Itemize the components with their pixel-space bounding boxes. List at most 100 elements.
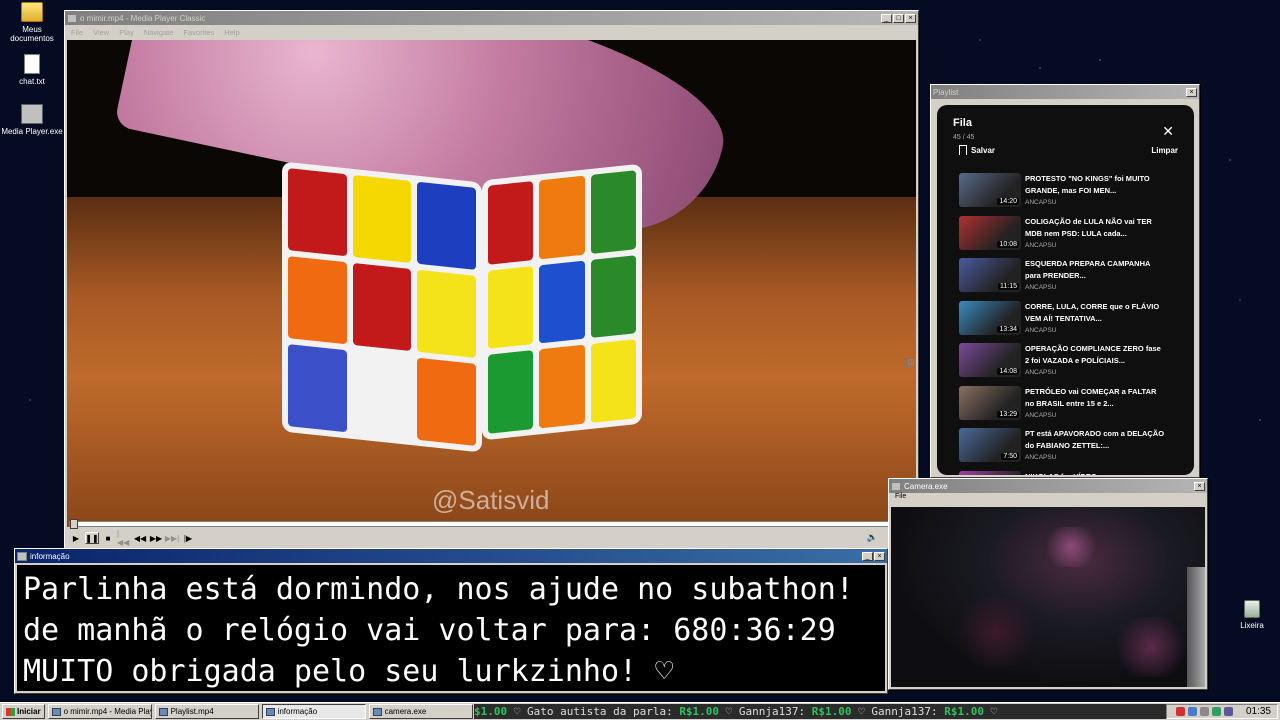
minimize-button[interactable]: _ bbox=[862, 551, 873, 561]
app-icon bbox=[51, 707, 61, 716]
close-button[interactable]: × bbox=[905, 13, 916, 23]
video-duration: 14:20 bbox=[997, 198, 1019, 205]
video-watermark: @Satisvid bbox=[432, 485, 550, 515]
volume-icon[interactable]: 🔈 bbox=[867, 532, 878, 543]
queue-item[interactable]: 10:08 COLIGAÇÃO de LULA NÃO vai TER MDB n… bbox=[959, 215, 1184, 259]
desktop-icon-label: Media Player.exe bbox=[1, 127, 63, 136]
ticker-amount: R$1.00 bbox=[944, 705, 984, 718]
queue-count: 45 / 45 bbox=[953, 134, 975, 141]
taskbar-item-info[interactable]: informação bbox=[261, 704, 366, 719]
channel-name: ANCAPSU bbox=[1025, 411, 1057, 419]
video-title: PT está APAVORADO com a DELAÇÃO do FABIA… bbox=[1025, 429, 1165, 450]
media-player-titlebar[interactable]: o mimir.mp4 - Media Player Classic _ □ × bbox=[65, 11, 918, 25]
cube-front-right bbox=[482, 163, 642, 441]
info-line: MUITO obrigada pelo seu lurkzinho! ♡ bbox=[23, 654, 674, 689]
stop-button[interactable]: ■ bbox=[101, 532, 115, 544]
previous-button[interactable]: |◀◀ bbox=[117, 529, 131, 547]
taskbar-item-label: camera.exe bbox=[384, 707, 427, 716]
save-button[interactable]: Salvar bbox=[959, 145, 995, 155]
camera-titlebar[interactable]: Camera.exe × bbox=[889, 479, 1207, 493]
next-button[interactable]: ▶▶| bbox=[165, 532, 179, 544]
taskbar-item-media-player[interactable]: o mimir.mp4 - Media Playe... bbox=[47, 704, 152, 719]
camera-window: Camera.exe × File bbox=[888, 478, 1208, 690]
taskbar-item-playlist[interactable]: Playlist.mp4 bbox=[154, 704, 259, 719]
menu-view[interactable]: View bbox=[93, 28, 109, 37]
volume-icon[interactable] bbox=[1199, 707, 1209, 716]
start-button[interactable]: Iniciar bbox=[2, 704, 45, 719]
clear-button[interactable]: Limpar bbox=[1151, 146, 1178, 155]
video-duration: 10:08 bbox=[997, 240, 1019, 248]
cube-front-left bbox=[282, 161, 482, 453]
taskbar-item-label: Playlist.mp4 bbox=[170, 707, 214, 716]
queue-title: Fila bbox=[953, 117, 972, 129]
play-button[interactable]: ▶ bbox=[69, 532, 83, 544]
video-title: CORRE, LULA, CORRE que o FLÁVIO VEM AÍ! … bbox=[1025, 301, 1160, 323]
menu-file[interactable]: File bbox=[889, 493, 1207, 505]
info-line: de manhã o relógio vai voltar para: 680:… bbox=[23, 613, 836, 648]
bookmark-icon bbox=[959, 145, 967, 155]
queue-item[interactable]: 7:50 PT está APAVORADO com a DELAÇÃO do F… bbox=[959, 428, 1184, 471]
close-button[interactable]: × bbox=[1194, 481, 1205, 491]
video-thumbnail: 13:34 bbox=[959, 300, 1021, 335]
desktop-icon-recycle-bin[interactable]: Lixeira bbox=[1220, 600, 1280, 630]
shield-icon[interactable] bbox=[1175, 707, 1185, 716]
ticker-text: ♡ Gato autista da parla: bbox=[507, 705, 680, 718]
queue-item[interactable]: 14:08 OPERAÇÃO COMPLIANCE ZERO fase 2 foi… bbox=[959, 343, 1184, 386]
desktop-icon-label: Meus documentos bbox=[10, 25, 54, 43]
video-thumbnail bbox=[959, 470, 1021, 475]
video-duration: 7:50 bbox=[1001, 453, 1019, 460]
menu-navigate[interactable]: Navigate bbox=[144, 28, 174, 37]
pause-button[interactable]: ❚❚ bbox=[85, 532, 99, 544]
playlist-titlebar[interactable]: Playlist × bbox=[931, 85, 1199, 99]
menu-play[interactable]: Play bbox=[119, 28, 134, 37]
fast-forward-button[interactable]: ▶▶ bbox=[149, 532, 163, 544]
clock: 01:35 bbox=[1245, 706, 1271, 717]
close-button[interactable]: × bbox=[1186, 87, 1197, 97]
camera-figure bbox=[1041, 527, 1101, 567]
video-title: PETRÓLEO vai COMEÇAR a FALTAR no BRASIL … bbox=[1025, 386, 1157, 408]
video-thumbnail: 10:08 bbox=[959, 215, 1021, 250]
app-icon bbox=[17, 551, 27, 561]
network-icon[interactable] bbox=[1187, 707, 1197, 716]
rewind-button[interactable]: ◀◀ bbox=[133, 532, 147, 544]
taskbar-item-label: informação bbox=[277, 707, 318, 716]
queue-item[interactable]: 13:34 CORRE, LULA, CORRE que o FLÁVIO VEM… bbox=[959, 300, 1184, 344]
taskbar-item-label: o mimir.mp4 - Media Playe... bbox=[63, 707, 151, 716]
video-duration: 11:15 bbox=[998, 283, 1019, 290]
video-frame[interactable]: @Satisvid ◫ bbox=[67, 40, 916, 527]
channel-name: ANCAPSU bbox=[1025, 241, 1057, 249]
seek-bar[interactable] bbox=[69, 519, 914, 529]
queue-item[interactable]: 13:29 PETRÓLEO vai COMEÇAR a FALTAR no BR… bbox=[959, 385, 1184, 429]
minimize-button[interactable]: _ bbox=[881, 13, 892, 23]
video-thumbnail: 11:15 bbox=[959, 258, 1021, 292]
desktop-icon-chat[interactable]: chat.txt bbox=[0, 54, 64, 86]
ticker-amount: $1.00 bbox=[474, 705, 508, 718]
media-player-icon bbox=[21, 104, 43, 124]
frame-step-button[interactable]: |▶ bbox=[181, 532, 195, 544]
queue-close-icon[interactable]: ✕ bbox=[1162, 123, 1174, 140]
info-titlebar[interactable]: informação _ × bbox=[15, 549, 887, 563]
queue-item[interactable]: NIKOLAS faz VÍDEO bbox=[959, 470, 1184, 475]
video-duration: 13:29 bbox=[997, 410, 1019, 418]
menu-file[interactable]: File bbox=[71, 28, 83, 37]
queue-item[interactable]: 14:20 PROTESTO "NO KINGS" foi MUITO GRAND… bbox=[959, 173, 1184, 216]
queue-item[interactable]: 11:15 ESQUERDA PREPARA CAMPANHA para PREN… bbox=[959, 258, 1184, 301]
maximize-button[interactable]: □ bbox=[893, 13, 904, 23]
video-rubiks-cube bbox=[282, 152, 642, 453]
close-button[interactable]: × bbox=[874, 551, 885, 561]
menu-help[interactable]: Help bbox=[224, 28, 239, 37]
video-thumbnail: 14:08 bbox=[959, 343, 1021, 377]
playback-controls: ▶ ❚❚ ■ |◀◀ ◀◀ ▶▶ ▶▶| |▶ bbox=[69, 529, 195, 547]
video-thumbnail: 13:29 bbox=[959, 385, 1021, 420]
taskbar-item-camera[interactable]: camera.exe bbox=[368, 704, 473, 719]
scroll-indicator-icon: ◫ bbox=[906, 358, 916, 368]
desktop-icon-documents[interactable]: Meus documentos bbox=[0, 2, 64, 43]
seek-thumb[interactable] bbox=[70, 519, 78, 529]
info-window: informação _ × Parlinha está dormindo, n… bbox=[14, 548, 888, 694]
menu-favorites[interactable]: Favorites bbox=[183, 28, 214, 37]
channel-name: ANCAPSU bbox=[1025, 369, 1057, 376]
app-tray-icon[interactable] bbox=[1211, 707, 1221, 716]
display-icon[interactable] bbox=[1223, 707, 1233, 716]
desktop-icon-media-player[interactable]: Media Player.exe bbox=[0, 104, 64, 136]
app-icon bbox=[372, 707, 382, 716]
